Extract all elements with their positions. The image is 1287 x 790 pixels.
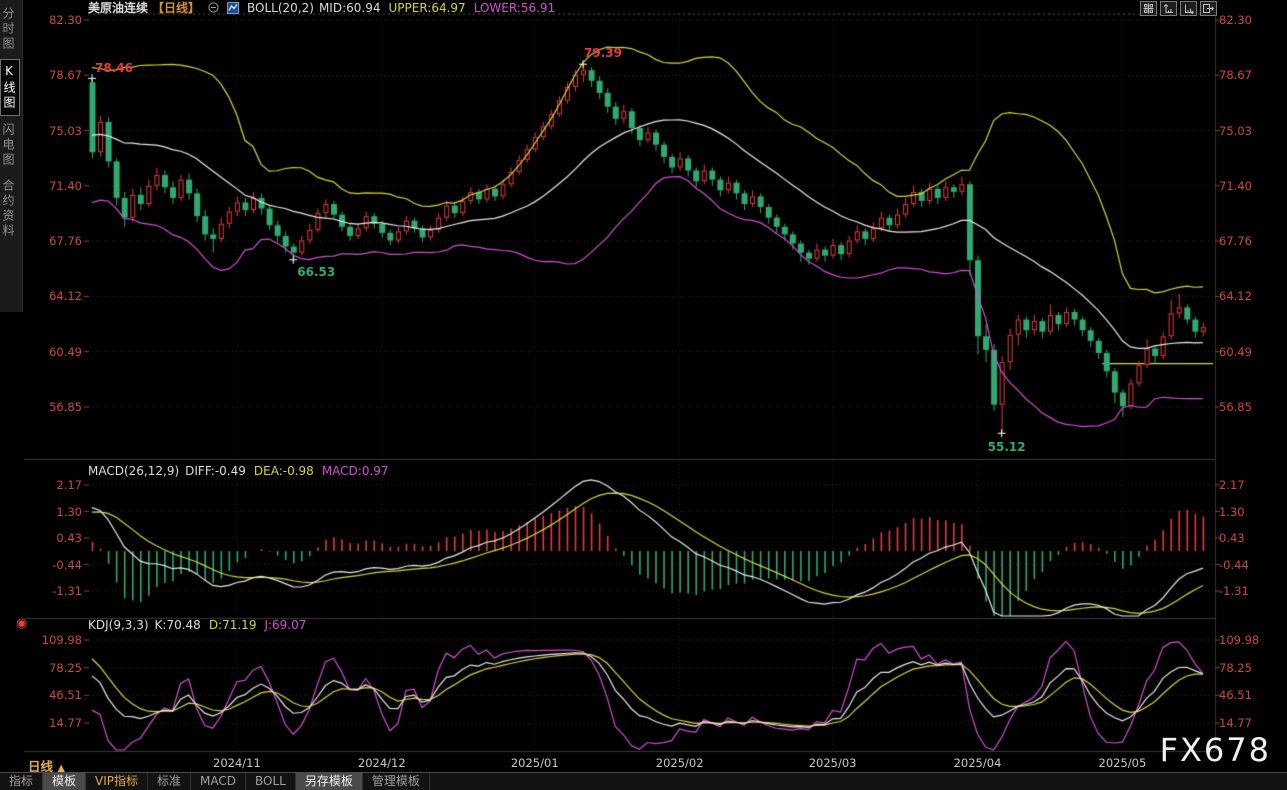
axis-tick-label-right: 0.43 (1219, 531, 1277, 545)
boll-mid-value: MID:60.94 (319, 1, 381, 15)
date-label: 2025/03 (805, 756, 861, 770)
boll-upper-value: UPPER:64.97 (388, 1, 465, 15)
axis-tick-label-right: 67.76 (1219, 234, 1277, 248)
date-label: 2025/02 (652, 756, 708, 770)
axis-tick-label-left: 109.98 (24, 633, 82, 647)
alert-icon[interactable]: ◉ (16, 616, 27, 631)
price-annotation: 55.12 (988, 440, 1026, 454)
tab-templates[interactable]: 模板 (43, 773, 86, 790)
tab-standard[interactable]: 标准 (148, 773, 191, 790)
price-annotation: 79.39 (584, 46, 622, 60)
axis-tick-label-right: -1.31 (1219, 584, 1277, 598)
axis-tick-label-right: -0.44 (1219, 558, 1277, 572)
pan-tool-icon[interactable] (1140, 1, 1157, 16)
macd-name: MACD(26,12,9) (88, 464, 179, 478)
watermark: FX678 (1160, 731, 1271, 769)
indicator-icon[interactable] (227, 2, 239, 14)
trading-chart-app: 分时图 K线图闪电图合约资料 美原油连续 【日线】 BOLL(20,2) MID:… (0, 0, 1287, 790)
sidebar-item-contract-info[interactable]: 合约资料 (0, 175, 20, 243)
axis-tick-label-left: -0.44 (24, 558, 82, 572)
axis-tick-label-left: 56.85 (24, 400, 82, 414)
sidebar-item-kline-chart[interactable]: K线图 (0, 59, 20, 116)
minus-circle-icon[interactable] (208, 2, 219, 13)
axis-tick-label-right: 1.30 (1219, 505, 1277, 519)
axis-tick-label-right: 56.85 (1219, 400, 1277, 414)
sidebar: 分时图 K线图闪电图合约资料 (0, 0, 23, 312)
axis-tick-label-right: 46.51 (1219, 688, 1277, 702)
axis-tick-label-left: 60.49 (24, 345, 82, 359)
price-axis-scale-icon[interactable] (1160, 1, 1177, 16)
macd-macd-value: MACD:0.97 (322, 464, 389, 478)
sidebar-item-time-chart[interactable]: 分时图 (0, 3, 20, 56)
macd-header: MACD(26,12,9) DIFF:-0.49 DEA:-0.98 MACD:… (88, 463, 389, 479)
axis-tick-label-left: 82.30 (24, 13, 82, 27)
time-axis-scale-icon[interactable] (1180, 1, 1197, 16)
price-annotation: 66.53 (297, 265, 335, 279)
tab-indicators[interactable]: 指标 (0, 773, 43, 790)
date-label: 2025/01 (507, 756, 563, 770)
axis-tick-label-left: 0.43 (24, 531, 82, 545)
axis-tick-label-right: 71.40 (1219, 179, 1277, 193)
date-label: 2024/11 (209, 756, 265, 770)
bottom-tab-bar: 指标模板VIP指标标准MACDBOLL另存模板管理模板 (0, 772, 1287, 790)
axis-tick-label-right: 78.25 (1219, 661, 1277, 675)
tab-manage-template[interactable]: 管理模板 (363, 773, 430, 790)
axis-tick-label-left: 71.40 (24, 179, 82, 193)
kdj-k-value: K:70.48 (155, 618, 201, 632)
tab-vip-indicators[interactable]: VIP指标 (86, 773, 148, 790)
main-chart-header: 美原油连续 【日线】 BOLL(20,2) MID:60.94 UPPER:64… (88, 0, 555, 15)
date-label: 2025/05 (1094, 756, 1150, 770)
axis-tick-label-left: 78.25 (24, 661, 82, 675)
axis-tick-label-left: 2.17 (24, 478, 82, 492)
kdj-name: KDJ(9,3,3) (88, 618, 149, 632)
kdj-header: KDJ(9,3,3) K:70.48 D:71.19 J:69.07 (88, 617, 306, 633)
axis-tick-label-right: 82.30 (1219, 13, 1277, 27)
kdj-j-value: J:69.07 (264, 618, 306, 632)
axis-tick-label-right: 78.67 (1219, 68, 1277, 82)
axis-tick-label-left: 75.03 (24, 124, 82, 138)
kdj-d-value: D:71.19 (209, 618, 257, 632)
boll-name: BOLL(20,2) (247, 1, 314, 15)
price-annotation: 78.46 (95, 61, 133, 75)
axis-tick-label-left: 14.77 (24, 716, 82, 730)
boll-lower-value: LOWER:56.91 (474, 1, 556, 15)
axis-tick-label-right: 2.17 (1219, 478, 1277, 492)
axis-tick-label-left: -1.31 (24, 584, 82, 598)
chart-toolbar (1140, 1, 1217, 16)
axis-tick-label-left: 78.67 (24, 68, 82, 82)
axis-tick-label-left: 67.76 (24, 234, 82, 248)
axis-tick-label-left: 1.30 (24, 505, 82, 519)
axis-tick-label-right: 60.49 (1219, 345, 1277, 359)
sidebar-item-flash-chart[interactable]: 闪电图 (0, 119, 20, 172)
macd-dea-value: DEA:-0.98 (254, 464, 314, 478)
export-icon[interactable] (1200, 1, 1217, 16)
symbol-name: 美原油连续 (88, 0, 148, 16)
axis-tick-label-right: 14.77 (1219, 716, 1277, 730)
date-label: 2025/04 (950, 756, 1006, 770)
axis-tick-label-right: 109.98 (1219, 633, 1277, 647)
axis-tick-label-right: 64.12 (1219, 289, 1277, 303)
axis-tick-label-right: 75.03 (1219, 124, 1277, 138)
axis-tick-label-left: 46.51 (24, 688, 82, 702)
date-label: 2024/12 (354, 756, 410, 770)
macd-diff-value: DIFF:-0.49 (185, 464, 246, 478)
tab-save-template[interactable]: 另存模板 (296, 773, 363, 790)
tab-boll[interactable]: BOLL (246, 773, 296, 790)
period-tag: 【日线】 (152, 0, 200, 16)
tab-macd[interactable]: MACD (191, 773, 246, 790)
chart-canvas[interactable] (0, 0, 1287, 790)
axis-tick-label-left: 64.12 (24, 289, 82, 303)
